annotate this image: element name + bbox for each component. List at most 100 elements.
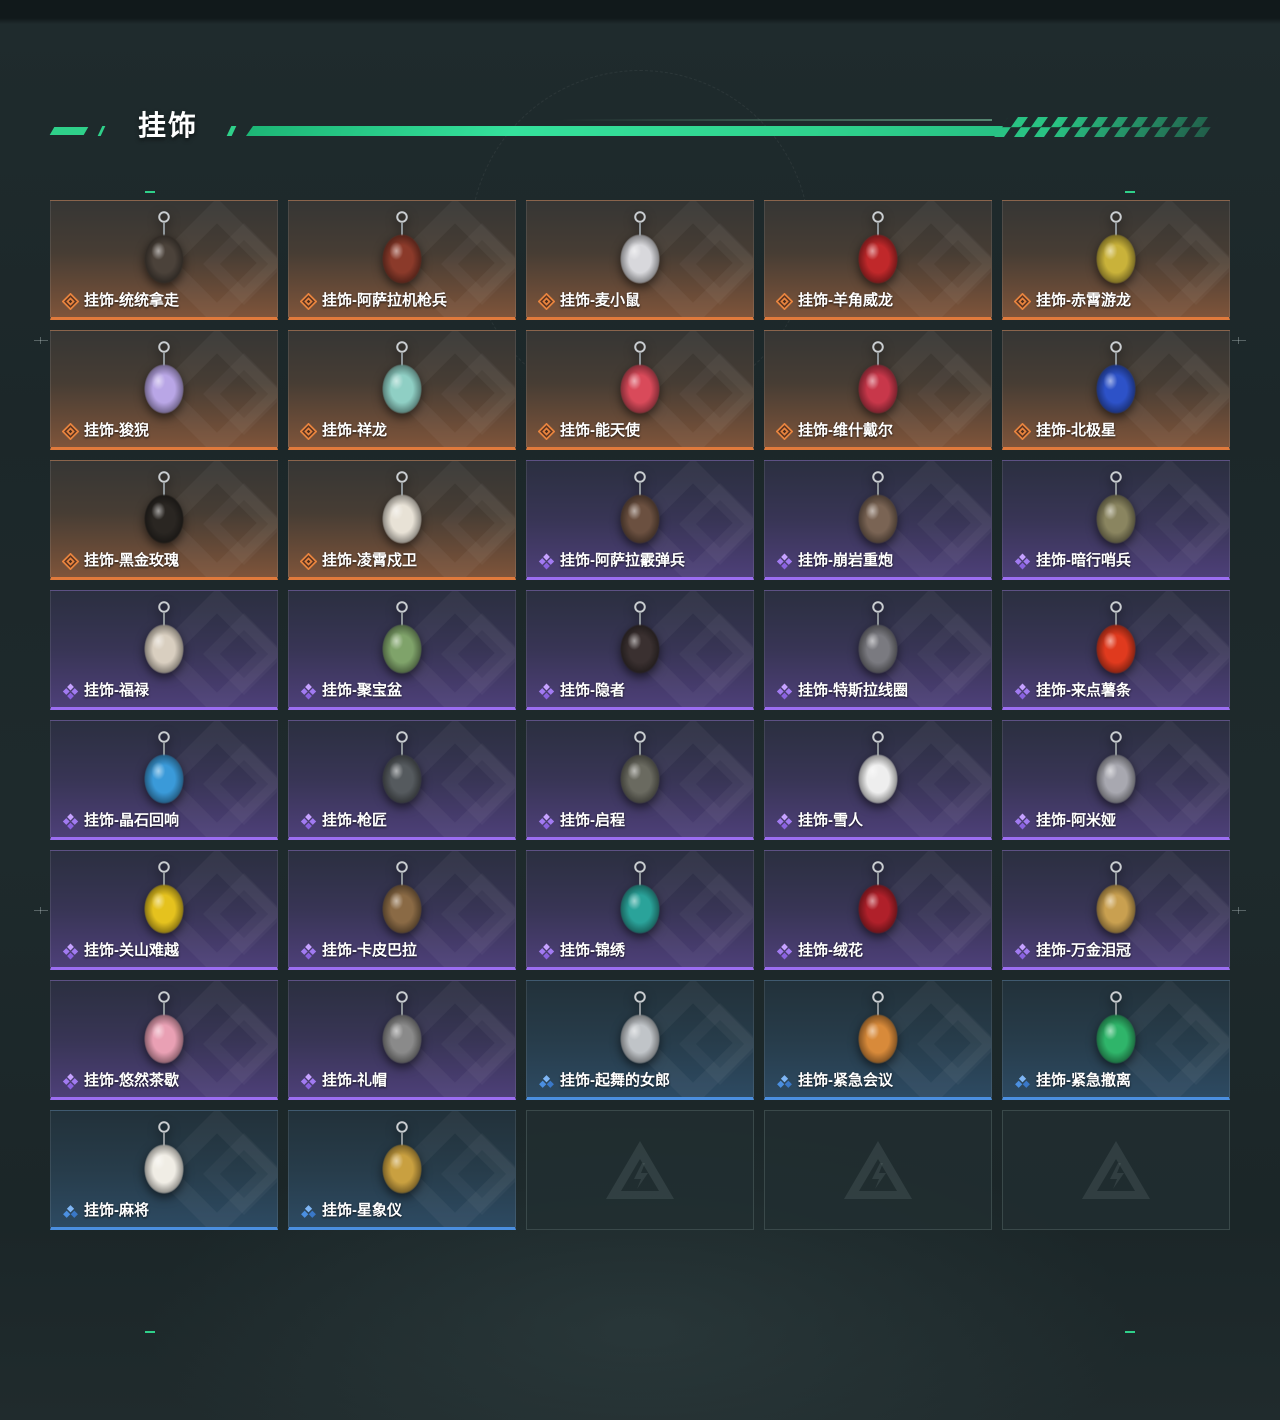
charm-label: 挂饰-统统拿走 [62,292,179,310]
charm-card[interactable]: 挂饰-来点薯条 [1002,590,1230,710]
charm-card[interactable]: 挂饰-聚宝盆 [288,590,516,710]
charm-card[interactable]: 挂饰-阿萨拉机枪兵 [288,200,516,320]
charm-image [124,339,204,419]
charm-label: 挂饰-紧急撤离 [1014,1072,1131,1090]
charm-card[interactable]: 挂饰-统统拿走 [50,200,278,320]
charm-name: 挂饰-紧急撤离 [1036,1072,1131,1089]
charm-name: 挂饰-崩岩重炮 [798,552,893,569]
charm-card[interactable]: 挂饰-起舞的女郎 [526,980,754,1100]
charm-name: 挂饰-统统拿走 [84,292,179,309]
charm-card[interactable]: 挂饰-启程 [526,720,754,840]
side-marker [34,337,48,344]
charm-label: 挂饰-阿萨拉霰弹兵 [538,552,685,570]
charm-name: 挂饰-枪匠 [322,812,387,829]
charm-image [362,989,442,1069]
charm-image [838,989,918,1069]
charm-card[interactable]: 挂饰-北极星 [1002,330,1230,450]
empty-slot [526,1110,754,1230]
charm-image [838,209,918,289]
corner-tick [1125,191,1135,193]
charm-card[interactable]: 挂饰-锦绣 [526,850,754,970]
charm-card[interactable]: 挂饰-隐者 [526,590,754,710]
charm-image [838,469,918,549]
charm-name: 挂饰-羊角威龙 [798,292,893,309]
charm-label: 挂饰-凌霄戍卫 [300,552,417,570]
charm-card[interactable]: 挂饰-麻将 [50,1110,278,1230]
charm-card[interactable]: 挂饰-崩岩重炮 [764,460,992,580]
charm-name: 挂饰-启程 [560,812,625,829]
legendary-rarity-icon [62,553,79,570]
charm-image [1076,339,1156,419]
charm-card[interactable]: 挂饰-卡皮巴拉 [288,850,516,970]
charm-card[interactable]: 挂饰-能天使 [526,330,754,450]
rare-rarity-icon [300,1203,317,1220]
charm-card[interactable]: 挂饰-狻猊 [50,330,278,450]
charm-card[interactable]: 挂饰-紧急撤离 [1002,980,1230,1100]
charm-label: 挂饰-阿萨拉机枪兵 [300,292,447,310]
charm-card[interactable]: 挂饰-阿米娅 [1002,720,1230,840]
charm-card[interactable]: 挂饰-关山难越 [50,850,278,970]
charm-card[interactable]: 挂饰-礼帽 [288,980,516,1100]
charm-card[interactable]: 挂饰-绒花 [764,850,992,970]
charm-card[interactable]: 挂饰-羊角威龙 [764,200,992,320]
charm-image [1076,209,1156,289]
charm-card[interactable]: 挂饰-暗行哨兵 [1002,460,1230,580]
charm-card[interactable]: 挂饰-麦小鼠 [526,200,754,320]
rare-rarity-icon [1014,1073,1031,1090]
charm-image [600,339,680,419]
section-title: 挂饰 [138,110,199,141]
charm-grid: 挂饰-统统拿走 挂饰-阿萨拉机枪兵 挂饰-麦小鼠 挂饰-羊角威龙 挂饰-赤霄游龙… [50,200,1230,1230]
charm-name: 挂饰-关山难越 [84,942,179,959]
charm-card[interactable]: 挂饰-阿萨拉霰弹兵 [526,460,754,580]
charm-image [362,599,442,679]
charm-label: 挂饰-启程 [538,812,625,830]
charm-label: 挂饰-来点薯条 [1014,682,1131,700]
epic-rarity-icon [1014,683,1031,700]
epic-rarity-icon [62,683,79,700]
charm-card[interactable]: 挂饰-雪人 [764,720,992,840]
logo-icon [1080,1139,1152,1201]
charm-card[interactable]: 挂饰-赤霄游龙 [1002,200,1230,320]
charm-label: 挂饰-晶石回响 [62,812,179,830]
charm-image [362,209,442,289]
epic-rarity-icon [776,683,793,700]
header-checker-pattern [994,117,1219,137]
charm-image [600,469,680,549]
charm-label: 挂饰-能天使 [538,422,640,440]
charm-label: 挂饰-黑金玫瑰 [62,552,179,570]
charm-name: 挂饰-阿萨拉机枪兵 [322,292,447,309]
epic-rarity-icon [776,813,793,830]
charm-card[interactable]: 挂饰-悠然茶歇 [50,980,278,1100]
header-slash [226,126,237,136]
charm-card[interactable]: 挂饰-枪匠 [288,720,516,840]
charm-label: 挂饰-枪匠 [300,812,387,830]
charm-name: 挂饰-雪人 [798,812,863,829]
empty-slot [1002,1110,1230,1230]
charm-card[interactable]: 挂饰-维什戴尔 [764,330,992,450]
legendary-rarity-icon [776,293,793,310]
charm-card[interactable]: 挂饰-万金泪冠 [1002,850,1230,970]
charm-name: 挂饰-阿米娅 [1036,812,1116,829]
charm-image [362,1119,442,1199]
legendary-rarity-icon [538,293,555,310]
charm-card[interactable]: 挂饰-黑金玫瑰 [50,460,278,580]
charm-image [124,989,204,1069]
charm-name: 挂饰-麦小鼠 [560,292,640,309]
charm-name: 挂饰-卡皮巴拉 [322,942,417,959]
charm-image [362,859,442,939]
charm-card[interactable]: 挂饰-祥龙 [288,330,516,450]
charm-card[interactable]: 挂饰-紧急会议 [764,980,992,1100]
charm-card[interactable]: 挂饰-福禄 [50,590,278,710]
epic-rarity-icon [1014,943,1031,960]
charm-card[interactable]: 挂饰-星象仪 [288,1110,516,1230]
charm-name: 挂饰-凌霄戍卫 [322,552,417,569]
charm-image [838,599,918,679]
header-thin-line [560,119,992,121]
charm-name: 挂饰-能天使 [560,422,640,439]
charm-card[interactable]: 挂饰-晶石回响 [50,720,278,840]
charm-card[interactable]: 挂饰-凌霄戍卫 [288,460,516,580]
charm-image [838,729,918,809]
charm-card[interactable]: 挂饰-特斯拉线圈 [764,590,992,710]
charm-image [1076,599,1156,679]
legendary-rarity-icon [1014,423,1031,440]
